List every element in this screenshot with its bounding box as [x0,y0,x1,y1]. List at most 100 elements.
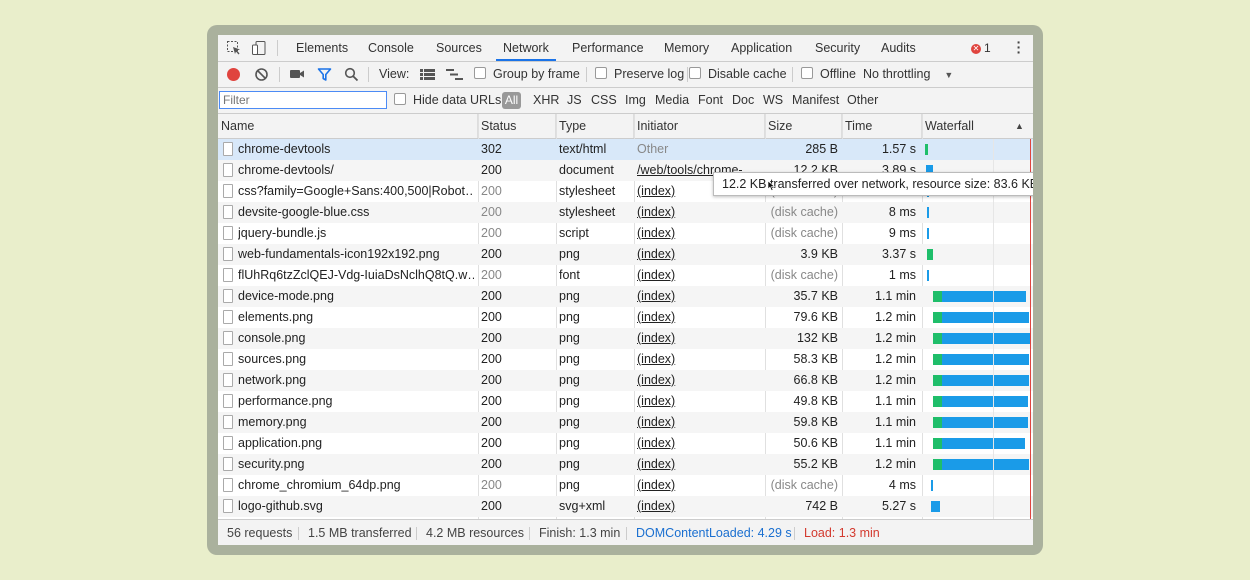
request-time: 9 ms [888,226,916,240]
file-icon [223,478,233,492]
preserve-log-checkbox[interactable]: Preserve log [595,62,684,87]
hide-data-urls-checkbox[interactable]: Hide data URLs [394,88,501,113]
request-type: png [559,247,580,261]
column-header-time[interactable]: Time [842,114,922,138]
overview-icon[interactable] [446,69,463,80]
disable-cache-checkbox[interactable]: Disable cache [689,62,787,87]
request-row[interactable]: memory.png 200 png (index) 59.8 KB 1.1 min [218,412,1033,433]
group-by-frame-checkbox[interactable]: Group by frame [474,62,580,87]
request-type: script [559,226,589,240]
device-toolbar-icon[interactable] [251,40,267,56]
request-initiator[interactable]: (index) [637,328,743,349]
request-row[interactable]: logo-github.svg 200 svg+xml (index) 742 B 5.2… [218,496,1033,517]
filter-type-js[interactable]: JS [567,88,582,113]
request-status: 200 [481,373,502,387]
filter-type-xhr[interactable]: XHR [533,88,559,113]
request-status: 200 [481,394,502,408]
request-row[interactable]: performance.png 200 png (index) 49.8 KB 1.1 m… [218,391,1033,412]
request-status: 200 [481,457,502,471]
request-time: 1.2 min [875,352,916,366]
request-time: 1.2 min [875,373,916,387]
hide-data-urls-label: Hide data URLs [413,93,502,107]
filter-type-font[interactable]: Font [698,88,723,113]
search-icon[interactable] [344,67,359,82]
request-initiator[interactable]: (index) [637,433,743,454]
column-header-name[interactable]: Name [218,114,478,138]
request-row[interactable]: sources.png 200 png (index) 58.3 KB 1.2 min [218,349,1033,370]
filter-type-media[interactable]: Media [655,88,689,113]
large-rows-icon[interactable] [420,69,435,80]
file-icon [223,352,233,366]
file-icon [223,289,233,303]
request-initiator[interactable]: (index) [637,454,743,475]
request-row[interactable]: chrome-devtools 302 text/html Other 285 B 1.5… [218,139,1033,160]
request-status: 200 [481,352,502,366]
request-initiator[interactable]: (index) [637,412,743,433]
request-row[interactable]: console.png 200 png (index) 132 KB 1.2 min [218,328,1033,349]
request-row[interactable]: jquery-bundle.js 200 script (index) (disk ca… [218,223,1033,244]
request-row[interactable]: network.png 200 png (index) 66.8 KB 1.2 min [218,370,1033,391]
tab-performance[interactable]: Performance [572,35,644,61]
column-header-waterfall[interactable]: Waterfall ▲ [922,114,1033,138]
tab-memory[interactable]: Memory [664,35,709,61]
filter-type-img[interactable]: Img [625,88,646,113]
throttling-select[interactable]: No throttling ▼ [863,62,953,87]
filter-type-other[interactable]: Other [847,88,878,113]
tab-network[interactable]: Network [496,35,556,61]
filter-input[interactable] [219,91,387,109]
column-header-type[interactable]: Type [556,114,634,138]
request-initiator[interactable]: (index) [637,223,743,244]
request-row[interactable]: flUhRq6tzZclQEJ-Vdg-IuiaDsNclhQ8tQ.w… 200… [218,265,1033,286]
waterfall-bar [942,396,1028,407]
filter-type-css[interactable]: CSS [591,88,617,113]
tab-application[interactable]: Application [731,35,792,61]
filter-type-all[interactable]: All [502,92,521,109]
request-name: web-fundamentals-icon192x192.png [238,247,440,261]
tab-console[interactable]: Console [368,35,414,61]
request-row[interactable]: chrome_chromium_64dp.png 200 png (index) (di… [218,475,1033,496]
filter-type-ws[interactable]: WS [763,88,783,113]
load-time: Load: 1.3 min [804,526,880,540]
request-row[interactable]: elements.png 200 png (index) 79.6 KB 1.2 min [218,307,1033,328]
request-size: 79.6 KB [793,310,838,324]
filter-type-manifest[interactable]: Manifest [792,88,839,113]
offline-checkbox[interactable]: Offline [801,62,856,87]
waterfall-bar [942,375,1029,386]
record-icon[interactable] [226,67,241,82]
request-initiator[interactable]: (index) [637,391,743,412]
column-header-size[interactable]: Size [765,114,842,138]
tab-audits[interactable]: Audits [881,35,916,61]
network-toolbar: View: Group by frame Preserve log Disabl… [218,62,1033,88]
request-initiator[interactable]: (index) [637,475,743,496]
request-initiator[interactable]: (index) [637,349,743,370]
request-initiator[interactable]: (index) [637,202,743,223]
request-row[interactable]: web-fundamentals-icon192x192.png 200 png (i… [218,244,1033,265]
filter-icon[interactable] [317,67,332,82]
request-time: 5.27 s [881,499,916,513]
error-counter[interactable]: ✕ 1 [971,41,991,55]
request-status: 200 [481,268,502,282]
column-header-initiator[interactable]: Initiator [634,114,765,138]
inspect-element-icon[interactable] [226,40,242,56]
request-name: chrome-devtools/ [238,163,334,177]
request-initiator[interactable]: (index) [637,265,743,286]
request-row[interactable]: devsite-google-blue.css 200 stylesheet (ind… [218,202,1033,223]
more-options-icon[interactable]: · · · [1016,35,1022,59]
request-row[interactable]: device-mode.png 200 png (index) 35.7 KB 1.1 m… [218,286,1033,307]
tab-elements[interactable]: Elements [296,35,348,61]
request-initiator[interactable]: (index) [637,370,743,391]
clear-icon[interactable] [254,67,269,82]
request-status: 200 [481,163,502,177]
request-initiator[interactable]: (index) [637,286,743,307]
screenshot-camera-icon[interactable] [289,68,305,80]
request-initiator[interactable]: (index) [637,496,743,517]
column-header-status[interactable]: Status [478,114,556,138]
checkbox-box [689,67,701,79]
request-row[interactable]: security.png 200 png (index) 55.2 KB 1.2 min [218,454,1033,475]
filter-type-doc[interactable]: Doc [732,88,754,113]
tab-sources[interactable]: Sources [436,35,482,61]
request-initiator[interactable]: (index) [637,244,743,265]
request-initiator[interactable]: (index) [637,307,743,328]
request-row[interactable]: application.png 200 png (index) 50.6 KB 1.1 m… [218,433,1033,454]
tab-security[interactable]: Security [815,35,860,61]
